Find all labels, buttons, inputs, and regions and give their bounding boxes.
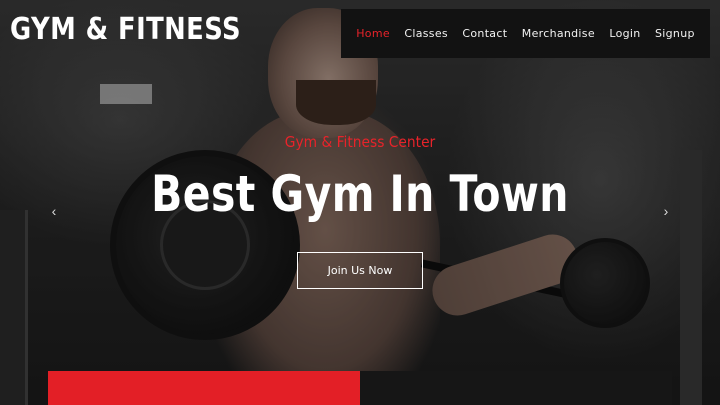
nav-item-classes[interactable]: Classes <box>404 27 448 40</box>
hero-title: Best Gym In Town <box>151 165 569 223</box>
main-nav: Home Classes Contact Merchandise Login S… <box>341 9 710 58</box>
nav-item-home[interactable]: Home <box>356 27 390 40</box>
nav-item-login[interactable]: Login <box>609 27 640 40</box>
chevron-left-icon[interactable]: ‹ <box>46 202 62 220</box>
nav-item-signup[interactable]: Signup <box>655 27 695 40</box>
chevron-right-icon[interactable]: › <box>658 202 674 220</box>
feature-panel-red <box>48 371 360 405</box>
feature-panel-dark <box>360 371 672 405</box>
site-logo[interactable]: GYM & FITNESS <box>10 12 241 47</box>
nav-item-merchandise[interactable]: Merchandise <box>522 27 595 40</box>
join-us-button[interactable]: Join Us Now <box>297 252 423 289</box>
nav-item-contact[interactable]: Contact <box>462 27 507 40</box>
hero-subtitle: Gym & Fitness Center <box>284 133 436 151</box>
